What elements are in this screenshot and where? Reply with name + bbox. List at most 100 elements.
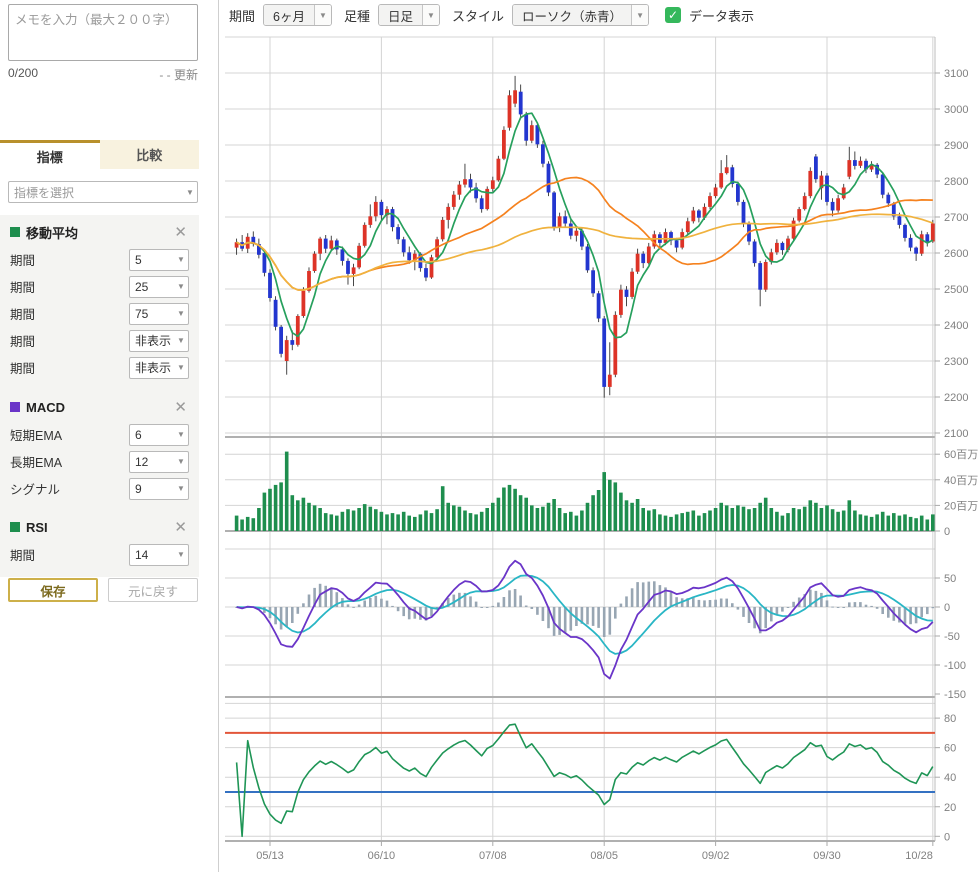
- panel-MACD: MACD✕ 短期EMA6▼ 長期EMA12▼シグナル9▼: [0, 390, 199, 511]
- param-select-1-2[interactable]: 9▼: [129, 478, 189, 500]
- memo-meta: 0/200 - - 更新: [8, 66, 198, 83]
- svg-text:2100: 2100: [944, 428, 968, 440]
- chevron-down-icon: ▼: [174, 484, 188, 493]
- panel-移動平均: 移動平均✕期間5▼期間25▼期間75▼期間非表示▼期間非表示▼: [0, 215, 199, 390]
- param-label: 期間: [10, 358, 129, 377]
- stock-chart-app: 0/200 - - 更新 指標 比較 指標を選択 ▼ 移動平均✕期間5▼期間25…: [0, 0, 979, 872]
- param-select-0-2[interactable]: 75▼: [129, 303, 189, 325]
- param-label: シグナル: [10, 479, 129, 498]
- svg-text:2600: 2600: [944, 248, 968, 260]
- svg-text:60: 60: [944, 743, 956, 755]
- tab-compare[interactable]: 比較: [100, 140, 200, 169]
- param-select-1-1[interactable]: 12▼: [129, 451, 189, 473]
- svg-text:0: 0: [944, 526, 950, 538]
- sidebar-tabs: 指標 比較: [0, 140, 199, 169]
- tab-indicators[interactable]: 指標: [0, 140, 100, 169]
- chevron-down-icon: ▼: [314, 5, 331, 25]
- chevron-down-icon: ▼: [174, 457, 188, 466]
- chevron-down-icon: ▼: [174, 363, 188, 372]
- param-row: 期間非表示▼: [10, 327, 189, 354]
- panel-title: MACD: [26, 400, 172, 415]
- svg-text:2300: 2300: [944, 356, 968, 368]
- reset-button[interactable]: 元に戻す: [108, 578, 198, 602]
- param-label: 長期EMA: [10, 452, 129, 471]
- param-row: 期間5▼: [10, 246, 189, 273]
- svg-text:3100: 3100: [944, 68, 968, 80]
- memo-input[interactable]: [8, 4, 198, 61]
- svg-text:2900: 2900: [944, 140, 968, 152]
- chevron-down-icon: ▼: [174, 336, 188, 345]
- close-icon[interactable]: ✕: [172, 520, 189, 535]
- chevron-down-icon: ▼: [183, 188, 197, 197]
- param-row: 期間75▼: [10, 300, 189, 327]
- svg-text:20百万: 20百万: [944, 500, 978, 512]
- svg-text:09/02: 09/02: [702, 850, 730, 862]
- svg-text:2400: 2400: [944, 320, 968, 332]
- svg-text:-50: -50: [944, 631, 960, 643]
- svg-text:2200: 2200: [944, 392, 968, 404]
- data-display-checkbox[interactable]: ✓: [665, 7, 681, 23]
- chevron-down-icon: ▼: [174, 309, 188, 318]
- chevron-down-icon: ▼: [174, 282, 188, 291]
- svg-text:05/13: 05/13: [256, 850, 284, 862]
- candlestick-chart-svg: 3100300029002800270026002500240023002200…: [225, 30, 979, 872]
- chevron-down-icon: ▼: [174, 430, 188, 439]
- indicator-swatch-icon: [10, 227, 20, 237]
- param-label: 期間: [10, 545, 129, 564]
- data-display-label: データ表示: [689, 6, 754, 25]
- param-select-0-3[interactable]: 非表示▼: [129, 330, 189, 352]
- panel-title: RSI: [26, 520, 172, 535]
- param-row: 期間14▼: [10, 541, 189, 568]
- chevron-down-icon: ▼: [174, 255, 188, 264]
- svg-text:08/05: 08/05: [590, 850, 618, 862]
- svg-text:60百万: 60百万: [944, 449, 978, 461]
- param-label: 期間: [10, 277, 129, 296]
- svg-text:0: 0: [944, 831, 950, 843]
- param-select-2-0[interactable]: 14▼: [129, 544, 189, 566]
- param-select-0-1[interactable]: 25▼: [129, 276, 189, 298]
- svg-text:10/28: 10/28: [905, 850, 933, 862]
- svg-text:2700: 2700: [944, 212, 968, 224]
- svg-text:06/10: 06/10: [368, 850, 396, 862]
- panel-RSI: RSI✕ 期間14▼: [0, 510, 199, 577]
- memo-counter: 0/200: [8, 66, 38, 83]
- svg-text:80: 80: [944, 713, 956, 725]
- param-select-0-0[interactable]: 5▼: [129, 249, 189, 271]
- style-select[interactable]: ローソク（赤青） ▼: [512, 4, 649, 26]
- bar-type-select[interactable]: 日足 ▼: [378, 4, 440, 26]
- param-row: 期間25▼: [10, 273, 189, 300]
- svg-text:-100: -100: [944, 660, 966, 672]
- svg-text:-150: -150: [944, 689, 966, 701]
- sidebar-buttons: 保存 元に戻す: [8, 578, 198, 602]
- chart-toolbar: 期間 6ヶ月 ▼ 足種 日足 ▼ スタイル ローソク（赤青） ▼ ✓ データ表示: [225, 0, 979, 30]
- svg-text:40: 40: [944, 772, 956, 784]
- sidebar: 0/200 - - 更新 指標 比較 指標を選択 ▼ 移動平均✕期間5▼期間25…: [0, 0, 218, 872]
- chevron-down-icon: ▼: [174, 550, 188, 559]
- svg-text:20: 20: [944, 802, 956, 814]
- period-select[interactable]: 6ヶ月 ▼: [263, 4, 332, 26]
- svg-text:3000: 3000: [944, 104, 968, 116]
- panel-title: 移動平均: [26, 223, 172, 242]
- param-select-1-0[interactable]: 6▼: [129, 424, 189, 446]
- param-label: 期間: [10, 250, 129, 269]
- param-label: 期間: [10, 304, 129, 323]
- param-row: シグナル9▼: [10, 475, 189, 502]
- svg-text:50: 50: [944, 573, 956, 585]
- param-label: 期間: [10, 331, 129, 350]
- param-row: 短期EMA6▼: [10, 421, 189, 448]
- chart-area[interactable]: 3100300029002800270026002500240023002200…: [225, 30, 979, 872]
- indicator-swatch-icon: [10, 402, 20, 412]
- bar-type-label: 足種: [344, 6, 370, 25]
- svg-text:07/08: 07/08: [479, 850, 507, 862]
- svg-text:2800: 2800: [944, 176, 968, 188]
- param-select-0-4[interactable]: 非表示▼: [129, 357, 189, 379]
- svg-text:40百万: 40百万: [944, 475, 978, 487]
- save-button[interactable]: 保存: [8, 578, 98, 602]
- indicator-swatch-icon: [10, 522, 20, 532]
- chevron-down-icon: ▼: [422, 5, 439, 25]
- chevron-down-icon: ▼: [631, 5, 648, 25]
- style-label: スタイル: [452, 6, 504, 25]
- close-icon[interactable]: ✕: [172, 225, 189, 240]
- close-icon[interactable]: ✕: [172, 400, 189, 415]
- indicator-select[interactable]: 指標を選択 ▼: [8, 181, 198, 203]
